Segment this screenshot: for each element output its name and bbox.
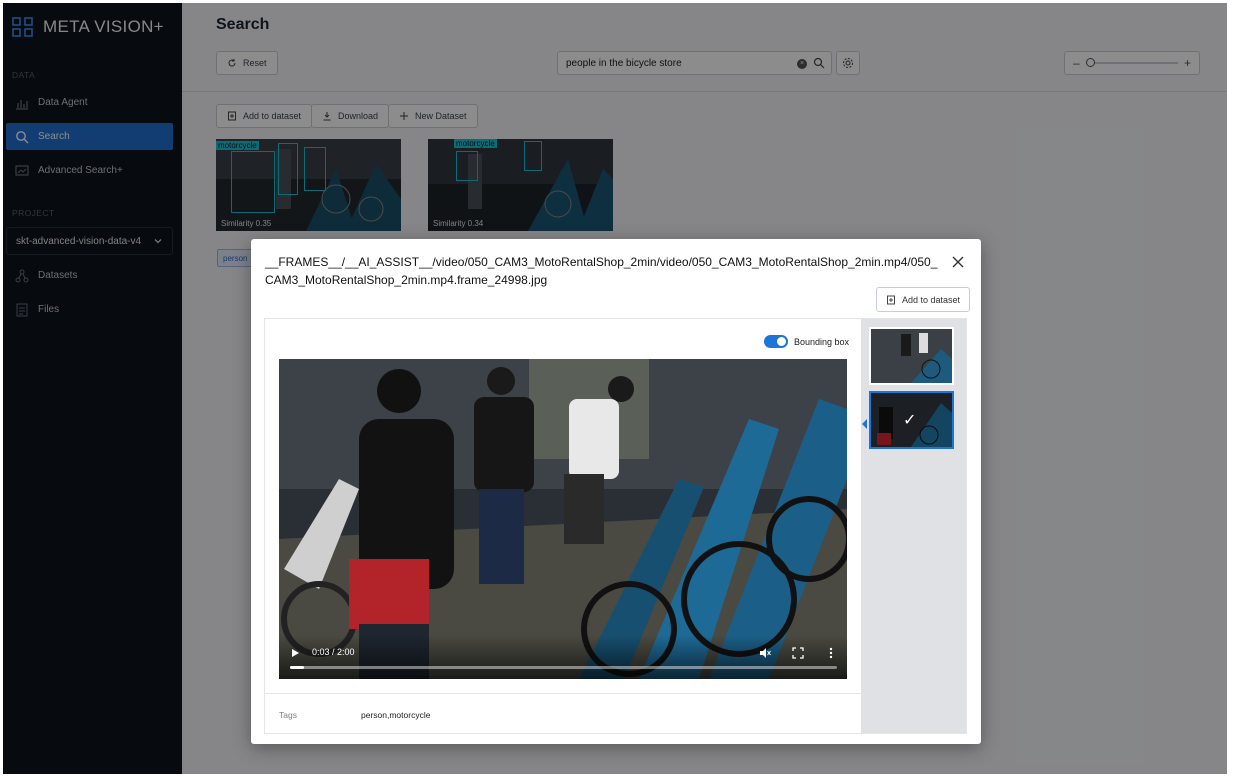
frame-thumbnail[interactable] — [869, 327, 954, 385]
play-icon[interactable] — [292, 649, 299, 657]
mute-icon[interactable] — [759, 647, 771, 659]
video-controls: 0:03 / 2:00 — [279, 635, 847, 679]
video-player[interactable]: 0:03 / 2:00 — [279, 359, 847, 679]
frame-thumbnail-list: ✓ — [861, 319, 966, 733]
video-time: 0:03 / 2:00 — [312, 647, 355, 657]
bounding-box-toggle[interactable] — [763, 335, 788, 348]
more-options-icon[interactable] — [825, 647, 837, 659]
selection-pointer — [862, 419, 867, 429]
frame-thumbnail-selected[interactable]: ✓ — [869, 391, 954, 449]
tags-value: person,motorcycle — [361, 710, 431, 720]
bounding-box-toggle-row: Bounding box — [763, 335, 849, 348]
check-icon: ✓ — [903, 412, 917, 429]
tags-row: Tags person,motorcycle — [265, 693, 861, 734]
video-progress-bar[interactable] — [290, 666, 837, 669]
modal-body: Bounding box 0:03 / 2:00 Tags person,mot… — [264, 318, 967, 734]
modal-add-label: Add to dataset — [902, 294, 961, 305]
modal-title: __FRAMES__/__AI_ASSIST__/video/050_CAM3_… — [265, 255, 938, 287]
tags-key: Tags — [279, 710, 297, 720]
frame-image — [871, 329, 952, 383]
modal-add-to-dataset-button[interactable]: Add to dataset — [876, 287, 971, 312]
image-detail-modal: __FRAMES__/__AI_ASSIST__/video/050_CAM3_… — [251, 239, 981, 744]
dataset-add-icon — [887, 295, 895, 304]
bounding-box-label: Bounding box — [793, 336, 849, 347]
app-window: META VISION+ DATA Data Agent Search Adva… — [3, 3, 1227, 774]
media-viewer: Bounding box 0:03 / 2:00 — [265, 319, 861, 693]
fullscreen-icon[interactable] — [792, 647, 804, 659]
video-frame — [279, 359, 847, 679]
video-progress-fill — [290, 666, 304, 669]
close-icon[interactable] — [951, 255, 965, 269]
